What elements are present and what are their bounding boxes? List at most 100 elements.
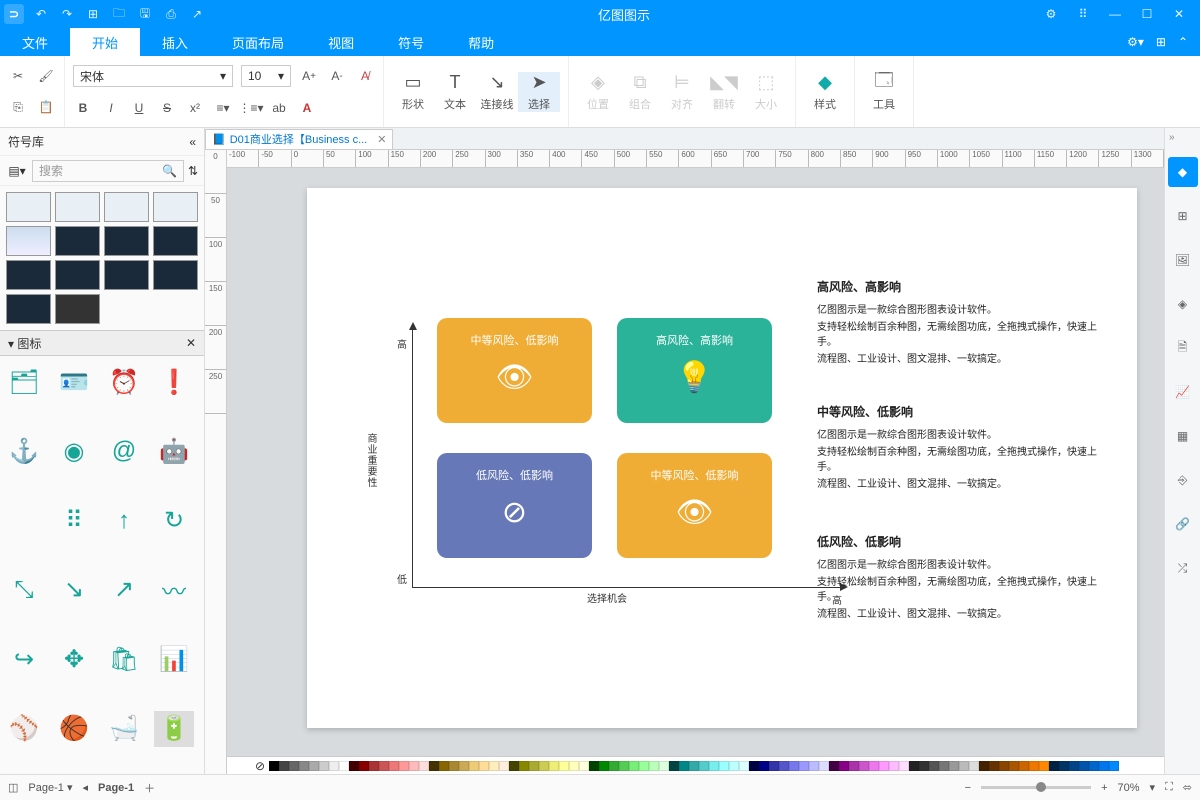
color-swatch[interactable] — [629, 761, 639, 771]
superscript-icon[interactable]: x² — [185, 98, 205, 118]
apple-icon[interactable] — [4, 503, 44, 539]
underline-icon[interactable]: U — [129, 98, 149, 118]
bg-thumb[interactable] — [55, 226, 100, 256]
alarm-icon[interactable]: ⏰ — [104, 364, 144, 400]
bg-thumb[interactable] — [6, 294, 51, 324]
id-card-icon[interactable]: 🪪 — [54, 364, 94, 400]
color-swatch[interactable] — [549, 761, 559, 771]
print-icon[interactable]: ⎙ — [162, 5, 180, 23]
format-painter-icon[interactable]: 🖌 — [36, 66, 56, 86]
quadrant-bottom-left[interactable]: 低风险、低影响⊘ — [437, 453, 592, 558]
bg-thumb[interactable] — [55, 294, 100, 324]
color-swatch[interactable] — [489, 761, 499, 771]
bg-thumb[interactable] — [104, 260, 149, 290]
color-swatch[interactable] — [1079, 761, 1089, 771]
export-tab-icon[interactable]: ⎆ — [1168, 465, 1198, 495]
pages-toggle-icon[interactable]: ◫ — [8, 781, 18, 794]
refresh-icon[interactable]: ↻ — [154, 503, 194, 539]
color-swatch[interactable] — [529, 761, 539, 771]
paste-icon[interactable]: 📋 — [36, 97, 56, 117]
menu-insert[interactable]: 插入 — [140, 28, 210, 56]
shuffle-tab-icon[interactable]: ⤮ — [1168, 553, 1198, 583]
fit-width-icon[interactable]: ⬄ — [1183, 781, 1192, 794]
prev-page-icon[interactable]: ◂ — [82, 781, 88, 794]
color-swatch[interactable] — [399, 761, 409, 771]
search-input[interactable]: 搜索🔍 — [32, 160, 184, 182]
bg-thumb[interactable] — [153, 260, 198, 290]
color-swatch[interactable] — [539, 761, 549, 771]
bg-thumb[interactable] — [6, 192, 51, 222]
sort-updown-icon[interactable]: ⇅ — [188, 164, 198, 178]
color-swatch[interactable] — [469, 761, 479, 771]
color-swatch[interactable] — [779, 761, 789, 771]
color-swatch[interactable] — [859, 761, 869, 771]
color-swatch[interactable] — [599, 761, 609, 771]
quadrant-top-left[interactable]: 中等风险、低影响👁 — [437, 318, 592, 423]
library-dropdown[interactable]: ▤▾ — [6, 164, 28, 178]
color-swatch[interactable] — [269, 761, 279, 771]
close-tab-icon[interactable]: ✕ — [371, 133, 386, 146]
color-swatch[interactable] — [799, 761, 809, 771]
color-swatch[interactable] — [279, 761, 289, 771]
redo-arrow-icon[interactable]: ↪ — [4, 641, 44, 677]
color-swatch[interactable] — [349, 761, 359, 771]
decrease-font-icon[interactable]: A- — [327, 66, 347, 86]
text-tool[interactable]: T文本 — [434, 72, 476, 112]
color-swatch[interactable] — [729, 761, 739, 771]
color-swatch[interactable] — [509, 761, 519, 771]
at-icon[interactable]: @ — [104, 433, 144, 469]
select-tool[interactable]: ➤选择 — [518, 72, 560, 112]
new-icon[interactable]: ⊞ — [84, 5, 102, 23]
color-swatch[interactable] — [519, 761, 529, 771]
color-swatch[interactable] — [589, 761, 599, 771]
color-swatch[interactable] — [959, 761, 969, 771]
fit-page-icon[interactable]: ⛶ — [1165, 781, 1173, 794]
grid-icon[interactable]: ⊞ — [1156, 35, 1166, 49]
color-swatch[interactable] — [579, 761, 589, 771]
color-swatch[interactable] — [309, 761, 319, 771]
color-swatch[interactable] — [769, 761, 779, 771]
anchor-icon[interactable]: ⚓ — [4, 433, 44, 469]
chart-tab-icon[interactable]: 📈 — [1168, 377, 1198, 407]
color-swatch[interactable] — [839, 761, 849, 771]
color-swatch[interactable] — [879, 761, 889, 771]
basketball-icon[interactable]: 🏀 — [54, 711, 94, 747]
cloud-settings-icon[interactable]: ⚙▾ — [1127, 35, 1144, 49]
zoom-in-icon[interactable]: + — [1101, 782, 1107, 794]
color-swatch[interactable] — [339, 761, 349, 771]
bg-thumb[interactable] — [104, 192, 149, 222]
shopping-bag-icon[interactable]: 🛍 — [104, 641, 144, 677]
redo-icon[interactable]: ↷ — [58, 5, 76, 23]
color-swatch[interactable] — [789, 761, 799, 771]
color-swatch[interactable] — [379, 761, 389, 771]
color-swatch[interactable] — [709, 761, 719, 771]
menu-help[interactable]: 帮助 — [446, 28, 516, 56]
maximize-icon[interactable]: ☐ — [1138, 5, 1156, 23]
collapse-right-icon[interactable]: » — [1165, 132, 1177, 143]
color-swatch[interactable] — [919, 761, 929, 771]
utilities-button[interactable]: 🗔工具 — [863, 72, 905, 112]
color-swatch[interactable] — [499, 761, 509, 771]
shape-tool[interactable]: ▭形状 — [392, 72, 434, 112]
color-swatch[interactable] — [439, 761, 449, 771]
color-swatch[interactable] — [929, 761, 939, 771]
color-swatch[interactable] — [619, 761, 629, 771]
fill-tab-icon[interactable]: ◆ — [1168, 157, 1198, 187]
bg-thumb[interactable] — [104, 226, 149, 256]
grid-3x3-icon[interactable]: ⠿ — [54, 503, 94, 539]
open-icon[interactable]: 🗀 — [110, 5, 128, 23]
collapse-ribbon-icon[interactable]: ⌃ — [1178, 35, 1188, 49]
bullets-icon[interactable]: ≡▾ — [213, 98, 233, 118]
collapse-left-icon[interactable]: « — [189, 135, 196, 149]
color-swatch[interactable] — [329, 761, 339, 771]
style-button[interactable]: ◆样式 — [804, 72, 846, 112]
zoom-value[interactable]: 70% — [1118, 782, 1140, 794]
color-swatch[interactable] — [819, 761, 829, 771]
page-selector[interactable]: Page-1 ▾ — [28, 781, 72, 794]
color-swatch[interactable] — [749, 761, 759, 771]
color-swatch[interactable] — [479, 761, 489, 771]
canvas-viewport[interactable]: 高 低 高 商业重要性 选择机会 中等风险、低影响👁 高风险、高影响💡 低风险、… — [227, 168, 1164, 756]
color-swatch[interactable] — [669, 761, 679, 771]
color-swatch[interactable] — [289, 761, 299, 771]
color-swatch[interactable] — [1109, 761, 1119, 771]
